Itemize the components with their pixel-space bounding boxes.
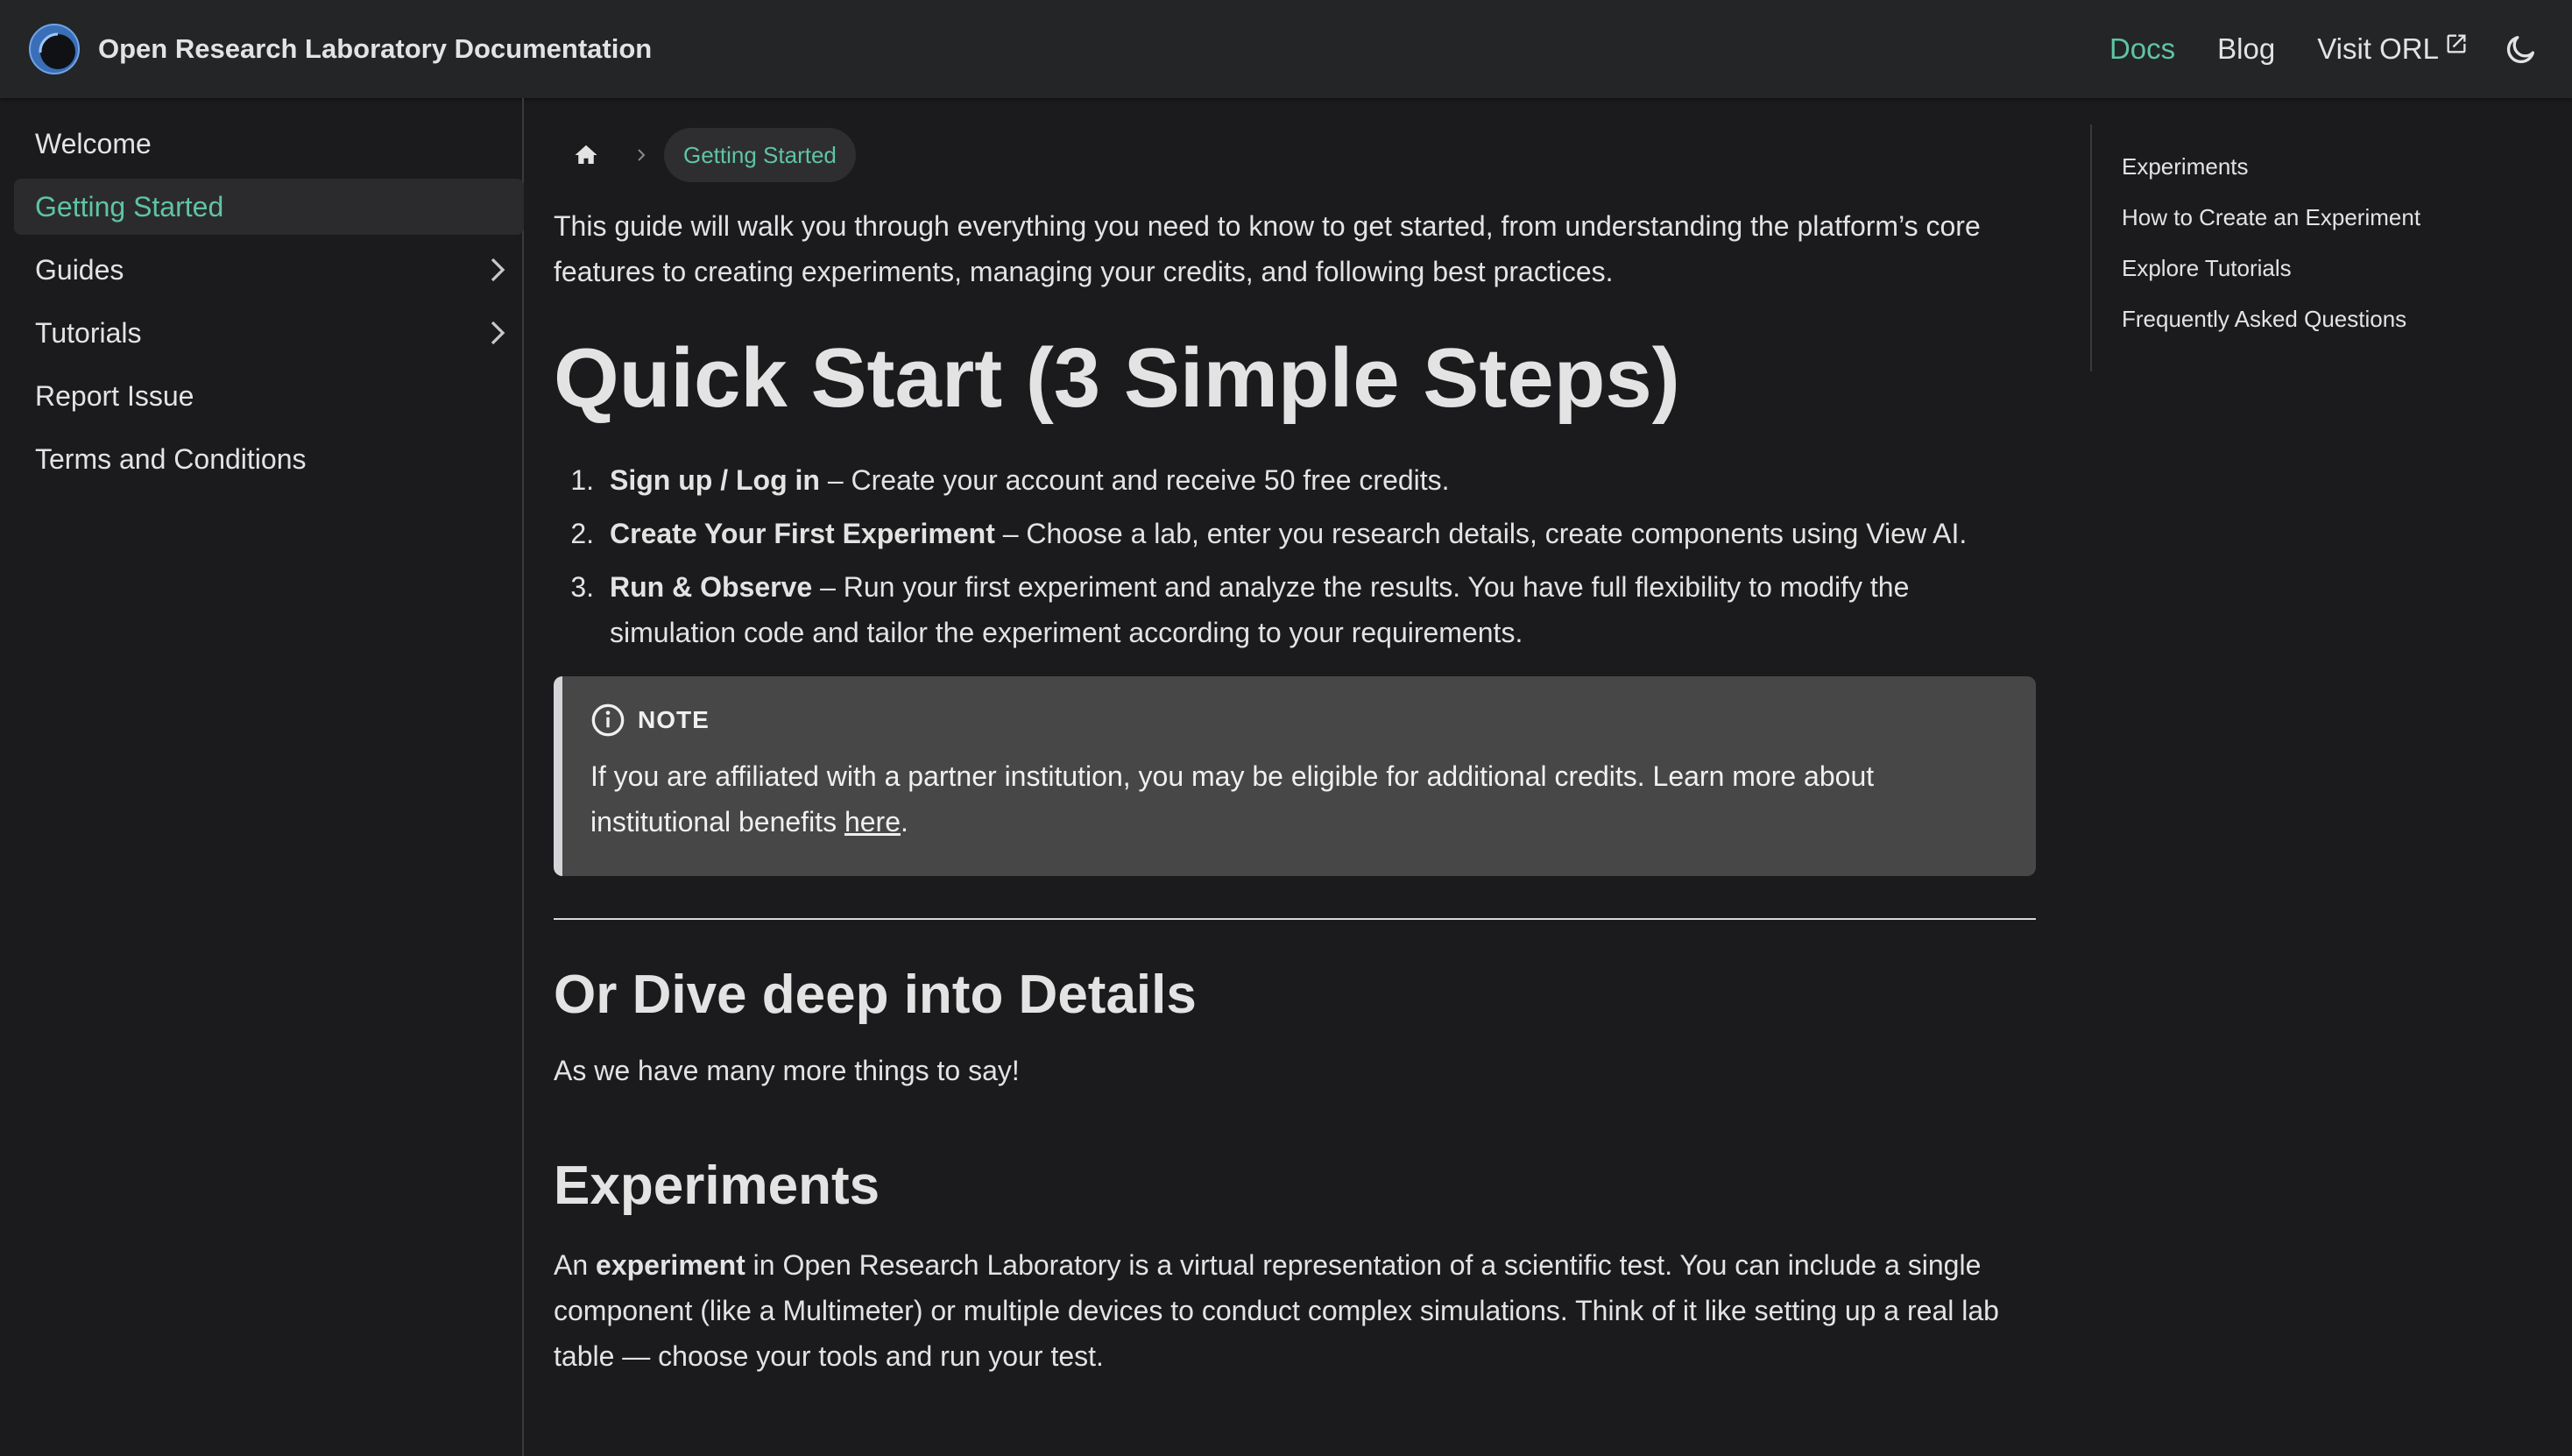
step-description: – Create your account and receive 50 fre… <box>819 464 1450 496</box>
breadcrumb-current: Getting Started <box>664 128 856 182</box>
sidebar-item-terms[interactable]: Terms and Conditions <box>14 431 524 487</box>
toc-item-experiments[interactable]: Experiments <box>2122 155 2441 207</box>
quick-start-steps: 1. Sign up / Log in – Create your accoun… <box>554 457 2036 655</box>
toc-item-explore-tutorials[interactable]: Explore Tutorials <box>2122 257 2441 308</box>
sidebar-item-report-issue[interactable]: Report Issue <box>14 368 524 424</box>
page-heading: Quick Start (3 Simple Steps) <box>554 331 1680 425</box>
sidebar-item-guides[interactable]: Guides <box>14 242 524 298</box>
list-item: 1. Sign up / Log in – Create your accoun… <box>554 457 2036 503</box>
theme-toggle-button[interactable] <box>2502 30 2540 68</box>
list-item: 2. Create Your First Experiment – Choose… <box>554 511 2036 556</box>
step-text: Run & Observe – Run your first experimen… <box>610 564 2029 655</box>
step-number: 2. <box>570 518 594 549</box>
experiments-heading: Experiments <box>554 1156 880 1216</box>
orl-logo-icon <box>29 24 80 74</box>
sidebar-item-label: Getting Started <box>35 190 224 223</box>
sidebar-item-label: Welcome <box>35 127 152 159</box>
step-title: Sign up / Log in <box>610 464 820 496</box>
experiments-text-start: An <box>554 1249 597 1281</box>
nav-blog-link[interactable]: Blog <box>2217 32 2275 66</box>
note-body: If you are affiliated with a partner ins… <box>590 753 2008 845</box>
sidebar-item-label: Report Issue <box>35 379 194 412</box>
note-text: If you are affiliated with a partner ins… <box>590 760 1875 838</box>
sidebar-item-label: Tutorials <box>35 316 142 349</box>
experiments-text: in Open Research Laboratory is a virtual… <box>554 1249 1999 1372</box>
step-text: Create Your First Experiment – Choose a … <box>610 511 2029 556</box>
step-description: – Choose a lab, enter you research detai… <box>994 518 1968 549</box>
nav-visit-orl-label: Visit ORL <box>2317 32 2439 65</box>
intro-paragraph: This guide will walk you through everyth… <box>554 210 1981 287</box>
step-number: 1. <box>570 464 594 496</box>
nav-docs-link[interactable]: Docs <box>2109 32 2175 66</box>
step-text: Sign up / Log in – Create your account a… <box>610 457 2029 503</box>
note-text-end: . <box>901 806 908 838</box>
top-navbar: Open Research Laboratory Documentation D… <box>0 0 2572 98</box>
note-header: NOTE <box>590 703 2008 738</box>
note-admonition: NOTE If you are affiliated with a partne… <box>554 676 2036 876</box>
note-title: NOTE <box>638 706 710 733</box>
chevron-right-icon <box>638 149 646 161</box>
external-link-icon <box>2447 34 2466 53</box>
breadcrumb: Getting Started <box>554 126 2036 184</box>
brand[interactable]: Open Research Laboratory Documentation <box>28 23 652 75</box>
sidebar-item-tutorials[interactable]: Tutorials <box>14 305 524 361</box>
details-paragraph: As we have many more things to say! <box>554 1055 1020 1086</box>
step-number: 3. <box>570 571 594 603</box>
sidebar-item-welcome[interactable]: Welcome <box>14 116 524 172</box>
sidebar-item-getting-started[interactable]: Getting Started <box>14 179 524 235</box>
toc-item-faq[interactable]: Frequently Asked Questions <box>2122 307 2441 359</box>
chevron-right-icon[interactable] <box>482 254 513 286</box>
sidebar-item-label: Terms and Conditions <box>35 442 307 475</box>
breadcrumb-home[interactable] <box>557 126 615 184</box>
nav-visit-orl-link[interactable]: Visit ORL <box>2317 32 2469 66</box>
nav-links: Docs Blog Visit ORL <box>2067 30 2540 68</box>
main-content: Getting Started This guide will walk you… <box>554 98 2036 1379</box>
step-title: Create Your First Experiment <box>610 518 995 549</box>
chevron-right-icon[interactable] <box>482 317 513 349</box>
experiments-paragraph: An experiment in Open Research Laborator… <box>554 1242 2036 1379</box>
institutional-benefits-link[interactable]: here <box>844 806 901 838</box>
details-heading: Or Dive deep into Details <box>554 965 1197 1025</box>
sidebar-item-label: Guides <box>35 253 124 286</box>
experiments-term: experiment <box>596 1249 745 1281</box>
docs-sidebar: Welcome Getting Started Guides Tutorials… <box>0 98 524 1456</box>
step-title: Run & Observe <box>610 571 813 603</box>
info-icon <box>591 703 625 737</box>
toc-item-create-experiment[interactable]: How to Create an Experiment <box>2122 206 2441 258</box>
moon-icon <box>2506 36 2534 64</box>
table-of-contents: Experiments How to Create an Experiment … <box>2090 124 2441 371</box>
divider <box>554 918 2036 920</box>
home-icon <box>575 145 597 164</box>
list-item: 3. Run & Observe – Run your first experi… <box>554 564 2036 655</box>
site-title: Open Research Laboratory Documentation <box>98 33 653 64</box>
